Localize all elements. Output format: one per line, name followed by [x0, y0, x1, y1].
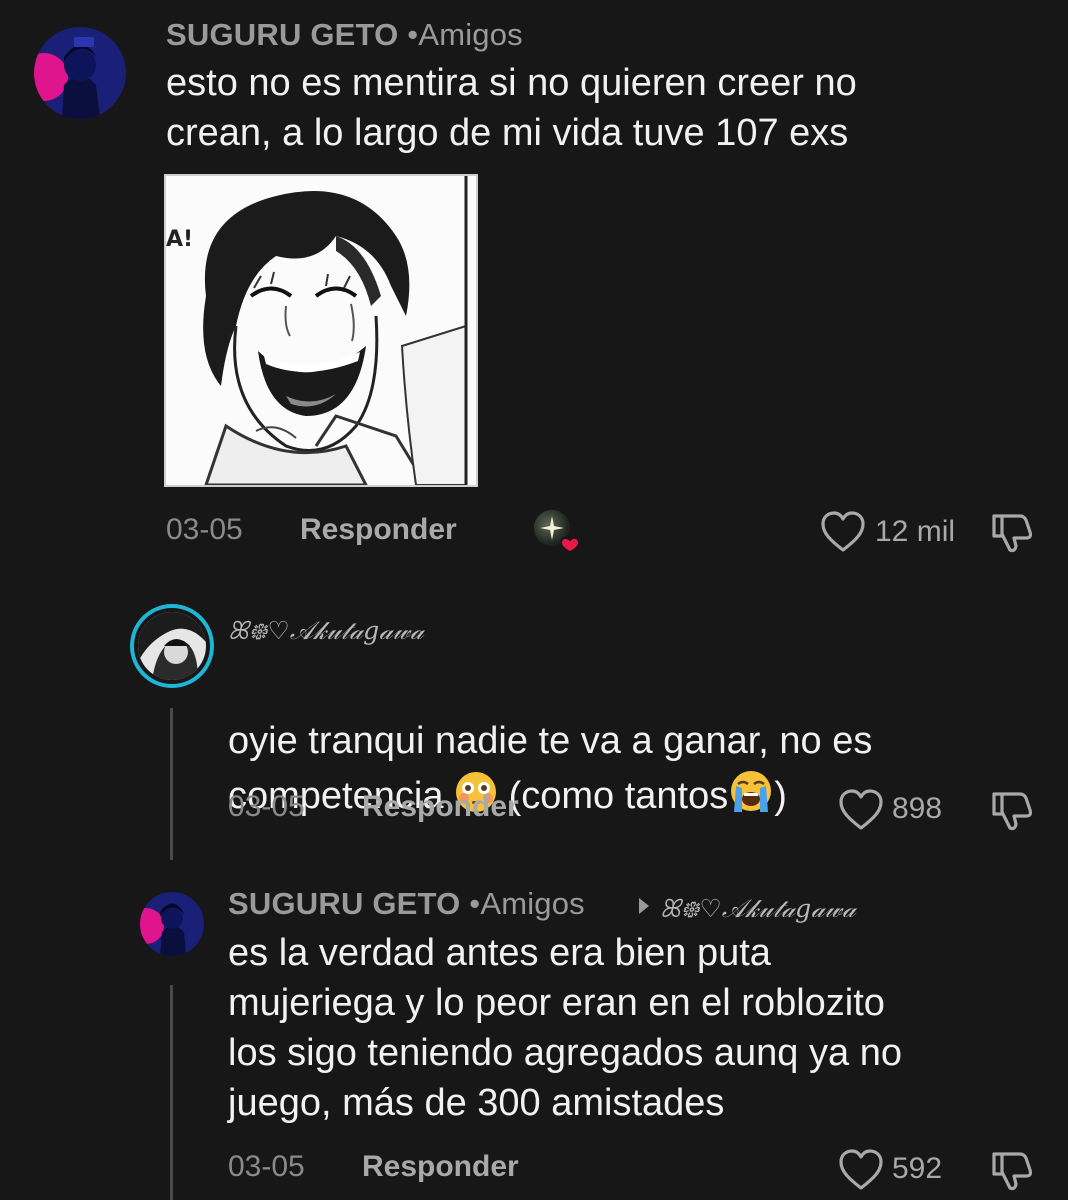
comment-text-part2: (como tantos: [498, 775, 729, 817]
reply-button[interactable]: Responder: [300, 513, 457, 547]
like-count: 592: [892, 1152, 943, 1185]
comment-text: es la verdad antes era bien puta mujerie…: [228, 932, 902, 1124]
comment-date: 03-05: [166, 513, 243, 546]
like-button[interactable]: [820, 510, 866, 554]
like-count: 12 mil: [875, 515, 956, 548]
thread-line: [170, 985, 173, 1200]
username[interactable]: SUGURU GETO •Amigos: [228, 886, 585, 922]
comment-date: 03-05: [228, 790, 305, 823]
username-text: SUGURU GETO: [166, 17, 399, 52]
reply-button[interactable]: Responder: [362, 790, 519, 824]
comment-text: esto no es mentira si no quieren creer n…: [166, 62, 857, 154]
heart-icon: [821, 511, 865, 552]
thumbs-down-icon: [992, 792, 1033, 831]
thumbs-down-icon: [992, 514, 1033, 553]
comment-text-part3: ): [774, 775, 787, 817]
username[interactable]: SUGURU GETO •Amigos: [166, 17, 523, 53]
thread-line: [170, 708, 173, 860]
avatar[interactable]: [34, 27, 126, 119]
username-text: SUGURU GETO: [228, 886, 461, 921]
like-button[interactable]: [838, 1148, 884, 1192]
friends-tag: •Amigos: [469, 886, 585, 921]
dislike-button[interactable]: [988, 508, 1036, 556]
like-count: 898: [892, 792, 943, 825]
like-button[interactable]: [838, 788, 884, 832]
heart-icon: [839, 789, 883, 830]
avatar[interactable]: [140, 892, 204, 956]
dislike-button[interactable]: [988, 786, 1036, 834]
comment-date: 03-05: [228, 1150, 305, 1183]
comment-image[interactable]: A!: [164, 174, 478, 487]
friends-tag: •Amigos: [407, 17, 523, 52]
comment-text: oyie tranqui nadie te va a ganar, no es …: [228, 660, 872, 829]
creator-liked-badge: [530, 508, 586, 554]
creator-liked-icon: [534, 510, 581, 554]
heart-icon: [839, 1149, 883, 1190]
avatar[interactable]: [138, 612, 206, 680]
svg-text:A!: A!: [166, 227, 193, 252]
username[interactable]: ꕤ᪥♡𝒜𝓀𝓊𝓉𝒶𝑔𝒶𝓌𝒶: [228, 612, 424, 652]
thumbs-down-icon: [992, 1152, 1033, 1191]
reply-to-username[interactable]: ꕤ᪥♡𝒜𝓀𝓊𝓉𝒶𝑔𝒶𝓌𝒶: [660, 890, 856, 930]
dislike-button[interactable]: [988, 1146, 1036, 1194]
reply-button[interactable]: Responder: [362, 1150, 519, 1184]
loudly-crying-face-icon: [728, 768, 774, 829]
reply-arrow-icon: [636, 894, 652, 918]
manga-panel-icon: A!: [166, 176, 476, 485]
